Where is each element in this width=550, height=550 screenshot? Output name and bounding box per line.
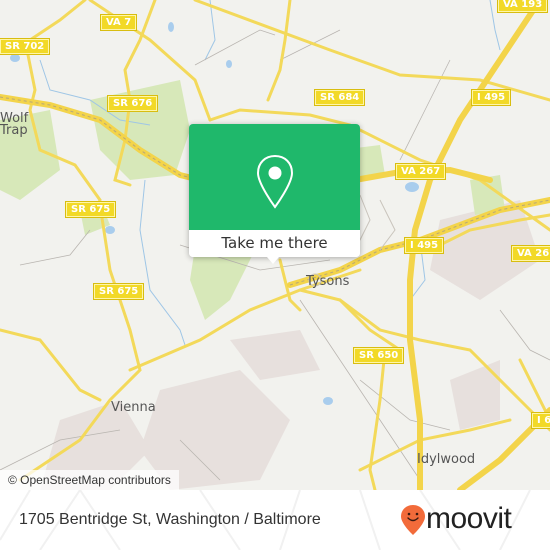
route-shield-sr-676: SR 676 xyxy=(106,95,159,112)
route-shield-sr-675-north: SR 675 xyxy=(64,201,117,218)
popup-header xyxy=(189,124,360,230)
route-shield-i-495-central: I 495 xyxy=(403,237,445,254)
route-shield-va-267-north: VA 267 xyxy=(394,163,447,180)
route-shield-i-66: I 6 xyxy=(530,412,550,429)
moovit-pin-icon xyxy=(401,505,425,535)
popup-pointer xyxy=(267,257,279,264)
address-text: 1705 Bentridge St, Washington / Baltimor… xyxy=(19,511,321,528)
route-shield-sr-650: SR 650 xyxy=(352,347,405,364)
route-shield-va-7: VA 7 xyxy=(99,14,138,31)
moovit-logo[interactable]: moovit xyxy=(400,502,545,538)
moovit-wordmark: moovit xyxy=(426,502,512,535)
map-view[interactable]: VA 7 SR 702 SR 676 SR 684 VA 193 I 495 V… xyxy=(0,0,550,490)
route-shield-sr-684: SR 684 xyxy=(313,89,366,106)
route-shield-sr-702: SR 702 xyxy=(0,38,51,55)
location-pin-icon xyxy=(256,154,294,209)
popup-footer: Take me there xyxy=(189,230,360,257)
place-label-idylwood: Idylwood xyxy=(417,452,476,467)
destination-popup: Take me there xyxy=(189,124,360,264)
place-label-tysons: Tysons xyxy=(306,274,350,289)
place-label-vienna: Vienna xyxy=(111,400,156,415)
route-shield-va-193: VA 193 xyxy=(496,0,549,13)
route-shield-i-495-north: I 495 xyxy=(470,89,512,106)
take-me-there-button[interactable]: Take me there xyxy=(189,230,360,257)
place-label-trap: Trap xyxy=(0,123,28,138)
route-shield-va-267-east: VA 267 xyxy=(510,245,550,262)
footer-bar: 1705 Bentridge St, Washington / Baltimor… xyxy=(0,490,550,550)
map-attribution[interactable]: © OpenStreetMap contributors xyxy=(0,470,179,490)
route-shield-sr-675-south: SR 675 xyxy=(92,283,145,300)
